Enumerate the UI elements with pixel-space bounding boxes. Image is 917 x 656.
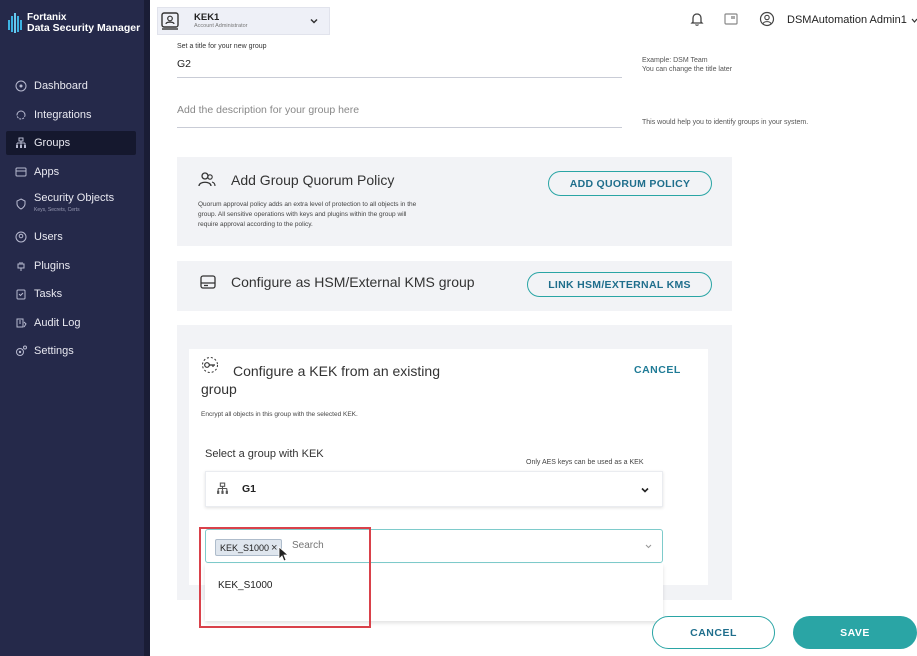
integrations-icon	[15, 109, 27, 121]
account-switcher[interactable]: KEK1 Account Administrator	[157, 7, 330, 35]
user-avatar-icon[interactable]	[759, 11, 775, 27]
sidebar-item-label: Plugins	[34, 260, 71, 272]
sidebar-item-users[interactable]: Users	[0, 225, 144, 249]
audit-log-icon	[15, 317, 27, 329]
quorum-desc-line2: group. All sensitive operations with key…	[198, 211, 407, 218]
dashboard-icon	[15, 80, 27, 92]
kek-title-line2: group	[201, 381, 237, 397]
sidebar-item-label: Tasks	[34, 288, 63, 300]
account-icon	[161, 12, 179, 30]
sidebar-item-plugins[interactable]: Plugins	[0, 254, 144, 278]
security-objects-icon	[15, 198, 27, 210]
sidebar-item-label: Groups	[34, 137, 71, 149]
sidebar-item-label: Security Objects	[34, 191, 115, 204]
quorum-title: Add Group Quorum Policy	[231, 172, 395, 188]
bell-icon[interactable]	[689, 11, 705, 27]
sidebar-item-sublabel: Keys, Secrets, Certs	[34, 206, 80, 213]
users-group-icon	[198, 172, 216, 187]
brand-product: Data Security Manager	[27, 22, 141, 34]
link-hsm-button[interactable]: LINK HSM/EXTERNAL KMS	[527, 272, 712, 297]
title-hint-change: You can change the title later	[642, 66, 733, 73]
title-hint-example: Example: DSM Team	[642, 57, 708, 64]
groups-icon	[217, 482, 228, 494]
title-label: Set a title for your new group	[177, 43, 267, 50]
save-button[interactable]: SAVE	[793, 616, 917, 649]
sidebar-item-label: Settings	[34, 345, 74, 357]
description-input[interactable]: Add the description for your group here	[177, 104, 359, 116]
plugins-icon	[15, 260, 27, 272]
cancel-button[interactable]: CANCEL	[652, 616, 775, 649]
mouse-cursor-icon	[278, 546, 289, 562]
description-underline	[177, 127, 622, 128]
chevron-down-icon	[641, 487, 649, 493]
sidebar-item-label: Integrations	[34, 109, 92, 121]
account-role: Account Administrator	[194, 23, 248, 29]
kek-key-icon	[202, 357, 218, 373]
add-quorum-policy-button[interactable]: ADD QUORUM POLICY	[548, 171, 712, 196]
sidebar-item-label: Dashboard	[34, 80, 88, 92]
apps-icon	[15, 166, 27, 178]
sidebar-item-dashboard[interactable]: Dashboard	[0, 74, 144, 98]
quorum-desc-line3: require approval according to the policy…	[198, 221, 313, 228]
sidebar-item-tasks[interactable]: Tasks	[0, 282, 144, 306]
title-input[interactable]: G2	[177, 58, 191, 70]
account-name: KEK1	[194, 12, 220, 23]
description-hint: This would help you to identify groups i…	[642, 119, 809, 126]
sidebar-item-audit-log[interactable]: Audit Log	[0, 311, 144, 335]
sidebar-item-label: Apps	[34, 166, 60, 178]
sidebar-item-settings[interactable]: Settings	[0, 339, 144, 363]
sidebar-item-security-objects[interactable]: Security Objects Keys, Secrets, Certs	[0, 190, 144, 218]
settings-icon	[15, 345, 27, 357]
user-name[interactable]: DSMAutomation Admin1	[787, 14, 907, 26]
kek-cancel-link[interactable]: CANCEL	[634, 364, 681, 376]
title-underline	[177, 77, 622, 78]
sidebar-item-groups[interactable]: Groups	[6, 131, 136, 155]
kek-title-line1: Configure a KEK from an existing	[233, 363, 440, 379]
group-select[interactable]: G1	[205, 471, 663, 507]
sidebar-item-apps[interactable]: Apps	[0, 160, 144, 184]
sidebar-item-integrations[interactable]: Integrations	[0, 103, 144, 127]
kek-desc: Encrypt all objects in this group with t…	[201, 411, 358, 418]
chevron-down-icon	[310, 18, 318, 24]
selected-group: G1	[242, 483, 257, 495]
quorum-desc-line1: Quorum approval policy adds an extra lev…	[198, 201, 417, 208]
hsm-device-icon	[200, 275, 216, 289]
chevron-down-icon[interactable]	[911, 17, 917, 24]
panel-icon[interactable]	[723, 11, 739, 27]
select-group-hint: Only AES keys can be used as a KEK	[526, 459, 644, 466]
hsm-title: Configure as HSM/External KMS group	[231, 274, 475, 290]
chevron-down-icon[interactable]	[644, 542, 653, 551]
highlight-box	[199, 527, 371, 628]
fortanix-logo-icon	[8, 13, 22, 33]
select-group-label: Select a group with KEK	[205, 448, 324, 460]
sidebar-item-label: Users	[34, 231, 63, 243]
tasks-icon	[15, 288, 27, 300]
brand[interactable]: Fortanix Data Security Manager	[8, 12, 140, 34]
users-icon	[15, 231, 27, 243]
sidebar-item-label: Audit Log	[34, 317, 81, 329]
groups-icon	[15, 137, 27, 149]
sidebar: Fortanix Data Security Manager Dashboard…	[0, 0, 150, 656]
